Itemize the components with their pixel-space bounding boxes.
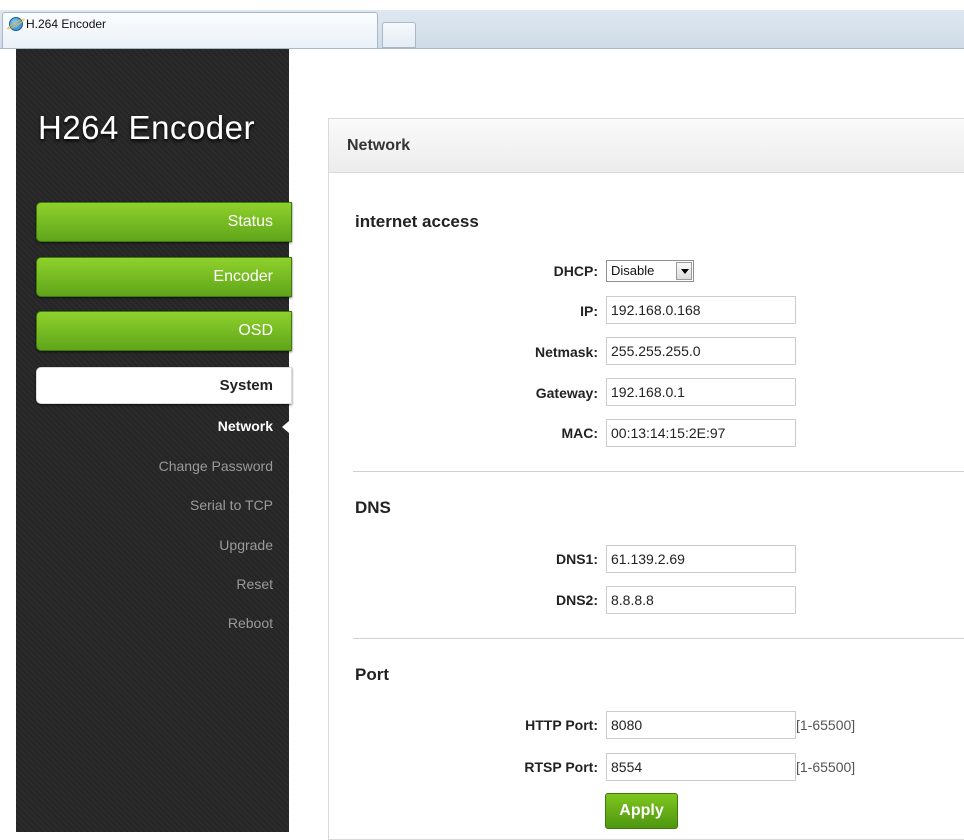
- top-strip: [0, 0, 964, 10]
- netmask-field[interactable]: [606, 337, 796, 365]
- nav-encoder-button[interactable]: Encoder: [36, 257, 292, 297]
- ie-icon: [9, 17, 23, 31]
- dns1-field[interactable]: [606, 545, 796, 573]
- gateway-field[interactable]: [606, 378, 796, 406]
- rtsp-port-range-hint: [1-65500]: [796, 759, 856, 775]
- nav-osd-button[interactable]: OSD: [36, 311, 292, 351]
- section-divider: [353, 638, 964, 639]
- subnav-reset[interactable]: Reset: [236, 576, 273, 592]
- rtsp-port-label: RTSP Port:: [524, 759, 598, 775]
- port-title: Port: [355, 665, 389, 684]
- dns1-label: DNS1:: [555, 551, 598, 567]
- subnav-network[interactable]: Network: [218, 418, 290, 434]
- apply-button[interactable]: Apply: [605, 793, 678, 829]
- netmask-label: Netmask:: [534, 344, 598, 360]
- mac-field[interactable]: [606, 419, 796, 447]
- browser-tab-bar: H.264 Encoder: [0, 10, 964, 49]
- ip-field[interactable]: [606, 296, 796, 324]
- network-panel: Network internet access DHCP: Disable IP…: [328, 118, 964, 840]
- subnav-serial-to-tcp[interactable]: Serial to TCP: [190, 497, 273, 513]
- http-port-range-hint: [1-65500]: [796, 717, 856, 733]
- subnav-change-password[interactable]: Change Password: [159, 458, 273, 474]
- nav-system-button[interactable]: System: [36, 367, 292, 404]
- http-port-field[interactable]: [606, 711, 796, 739]
- subnav-reboot[interactable]: Reboot: [228, 615, 273, 631]
- new-tab-button[interactable]: [382, 22, 416, 48]
- sidebar: H264 Encoder Status Encoder OSD System N…: [16, 49, 292, 832]
- nav-status-button[interactable]: Status: [36, 202, 292, 242]
- gateway-label: Gateway:: [535, 385, 598, 401]
- ip-label: IP:: [580, 303, 598, 319]
- internet-access-title: internet access: [355, 212, 479, 231]
- dns-title: DNS: [355, 498, 391, 517]
- dhcp-label: DHCP:: [553, 263, 598, 279]
- dns2-field[interactable]: [606, 586, 796, 614]
- rtsp-port-field[interactable]: [606, 753, 796, 781]
- brand-title: H264 Encoder: [38, 109, 255, 146]
- browser-tab[interactable]: H.264 Encoder: [2, 12, 378, 48]
- dhcp-select[interactable]: Disable: [606, 260, 694, 282]
- dns2-label: DNS2:: [555, 592, 598, 608]
- dhcp-selected-value: Disable: [611, 263, 655, 278]
- panel-header: Network: [329, 119, 964, 173]
- section-divider: [353, 471, 964, 472]
- chevron-down-icon[interactable]: [676, 262, 692, 280]
- mac-label: MAC:: [561, 425, 598, 441]
- browser-tab-title: H.264 Encoder: [26, 17, 107, 31]
- subnav-upgrade[interactable]: Upgrade: [219, 537, 273, 553]
- panel-title: Network: [347, 137, 411, 154]
- http-port-label: HTTP Port:: [525, 717, 598, 733]
